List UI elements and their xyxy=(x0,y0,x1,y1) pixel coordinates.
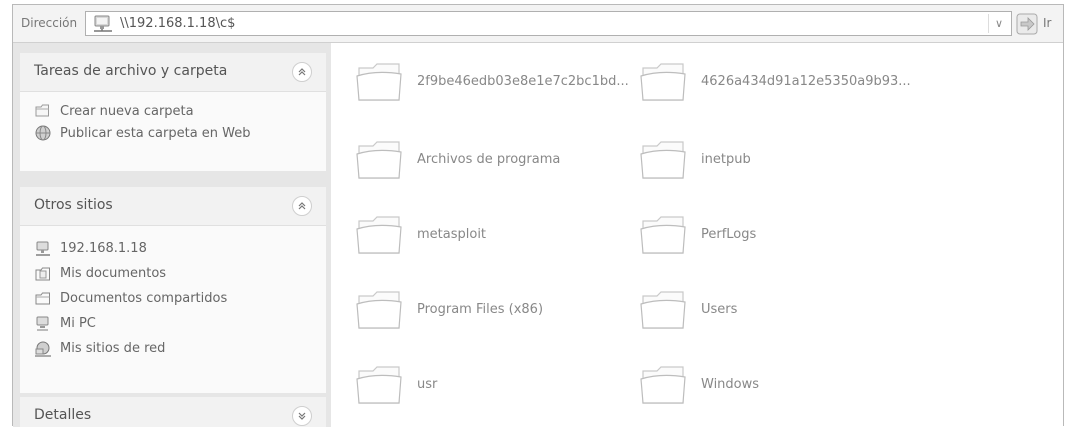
folder-item[interactable]: 4626a434d91a12e5350a9b93... xyxy=(637,60,927,106)
expand-button[interactable] xyxy=(292,406,312,426)
new-folder-icon xyxy=(35,104,49,117)
panel-header[interactable]: Tareas de archivo y carpeta xyxy=(20,53,326,92)
panel-title: Otros sitios xyxy=(34,197,113,213)
address-bar: Dirección \\192.168.1.18\c$ ∨ Ir xyxy=(13,5,1063,43)
go-arrow-icon[interactable] xyxy=(1016,13,1038,35)
chevron-down-icon: ∨ xyxy=(994,17,1004,30)
computer-icon xyxy=(36,316,49,331)
collapse-button[interactable] xyxy=(292,62,312,82)
folder-item[interactable]: Users xyxy=(637,288,927,334)
network-computer-icon xyxy=(36,241,50,256)
place-ip-address[interactable]: 192.168.1.18 xyxy=(34,236,326,261)
place-label: Mis sitios de red xyxy=(60,341,166,356)
folder-name: Users xyxy=(701,302,738,317)
folder-name: Program Files (x86) xyxy=(417,302,544,317)
folder-name: 2f9be46edb03e8e1e7c2bc1bd... xyxy=(417,74,629,89)
folder-icon xyxy=(640,291,686,329)
folder-icon xyxy=(356,291,402,329)
explorer-window: Dirección \\192.168.1.18\c$ ∨ Ir Tareas … xyxy=(12,4,1064,427)
folder-item[interactable]: inetpub xyxy=(637,138,927,184)
folder-name: 4626a434d91a12e5350a9b93... xyxy=(701,74,911,89)
task-label: Publicar esta carpeta en Web xyxy=(60,125,251,141)
address-input[interactable]: \\192.168.1.18\c$ ∨ xyxy=(85,11,1012,36)
folder-name: Archivos de programa xyxy=(417,152,561,167)
folder-name: inetpub xyxy=(701,152,751,167)
address-label: Dirección xyxy=(21,16,78,30)
folder-icon xyxy=(640,63,686,101)
documents-folder-icon xyxy=(35,267,50,280)
panel-header[interactable]: Otros sitios xyxy=(20,187,326,226)
place-label: Documentos compartidos xyxy=(60,291,228,306)
place-my-documents[interactable]: Mis documentos xyxy=(34,261,326,286)
panel-title: Tareas de archivo y carpeta xyxy=(34,63,228,79)
folder-item[interactable]: Archivos de programa xyxy=(353,138,643,184)
folder-item[interactable]: 2f9be46edb03e8e1e7c2bc1bd... xyxy=(353,60,643,106)
address-value: \\192.168.1.18\c$ xyxy=(120,16,236,31)
chevron-up-double-icon xyxy=(298,68,306,76)
folder-item[interactable]: PerfLogs xyxy=(637,213,927,259)
shared-folder-icon xyxy=(35,292,50,304)
file-list: 2f9be46edb03e8e1e7c2bc1bd... 4626a434d91… xyxy=(331,43,1063,427)
other-places-panel: Otros sitios 192.168.1.18 Mis documentos… xyxy=(20,187,326,393)
place-network-places[interactable]: Mis sitios de red xyxy=(34,336,326,361)
address-dropdown-button[interactable]: ∨ xyxy=(988,14,1009,33)
folder-name: usr xyxy=(417,377,438,392)
go-button[interactable]: Ir xyxy=(1043,16,1051,30)
folder-icon xyxy=(356,216,402,254)
details-panel: Detalles xyxy=(20,397,326,427)
folder-icon xyxy=(640,141,686,179)
place-label: Mi PC xyxy=(60,316,96,331)
folder-name: PerfLogs xyxy=(701,227,757,242)
folder-icon xyxy=(356,141,402,179)
folder-name: Windows xyxy=(701,377,760,392)
place-my-computer[interactable]: Mi PC xyxy=(34,311,326,336)
place-label: 192.168.1.18 xyxy=(60,241,147,256)
globe-icon xyxy=(35,125,51,141)
folder-item[interactable]: metasploit xyxy=(353,213,643,259)
folder-item[interactable]: Program Files (x86) xyxy=(353,288,643,334)
panel-header[interactable]: Detalles xyxy=(20,397,326,427)
chevron-up-double-icon xyxy=(298,202,306,210)
folder-icon xyxy=(640,216,686,254)
network-drive-icon xyxy=(94,15,112,32)
folder-icon xyxy=(356,366,402,404)
network-places-icon xyxy=(35,341,51,357)
place-shared-documents[interactable]: Documentos compartidos xyxy=(34,286,326,311)
chevron-down-double-icon xyxy=(298,412,306,420)
task-new-folder[interactable]: Crear nueva carpeta xyxy=(34,100,326,122)
file-folder-tasks-panel: Tareas de archivo y carpeta Crear nueva … xyxy=(20,53,326,171)
panel-title: Detalles xyxy=(34,407,92,423)
folder-name: metasploit xyxy=(417,227,487,242)
place-label: Mis documentos xyxy=(60,266,167,281)
task-publish-web[interactable]: Publicar esta carpeta en Web xyxy=(34,122,326,144)
folder-item[interactable]: Windows xyxy=(637,363,927,409)
collapse-button[interactable] xyxy=(292,196,312,216)
task-pane: Tareas de archivo y carpeta Crear nueva … xyxy=(13,43,331,427)
folder-icon xyxy=(356,63,402,101)
task-label: Crear nueva carpeta xyxy=(60,103,194,119)
folder-icon xyxy=(640,366,686,404)
folder-item[interactable]: usr xyxy=(353,363,643,409)
